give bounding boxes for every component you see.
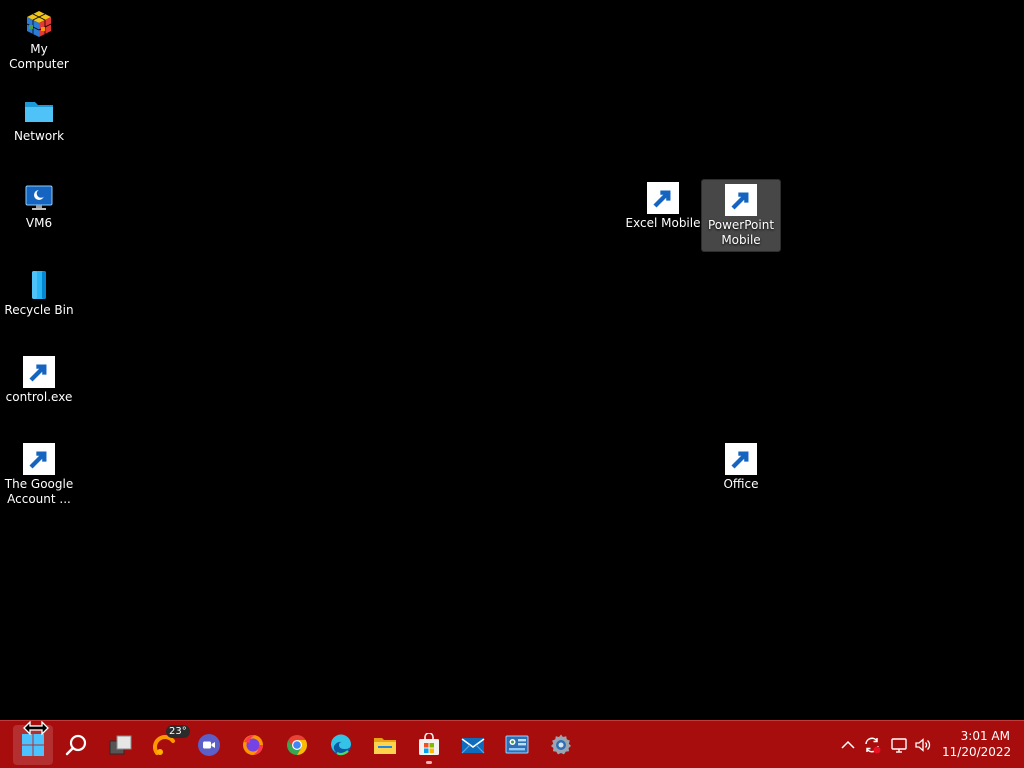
- desktop-icon-office[interactable]: Office: [702, 439, 780, 495]
- shortcut-arrow-icon: [725, 184, 757, 216]
- meet-button[interactable]: [189, 725, 229, 765]
- clock-date: 11/20/2022: [942, 745, 1012, 759]
- powerpoint-icon: [725, 184, 757, 216]
- clock-time: 3:01 AM: [960, 729, 1010, 743]
- desktop-icon-powerpoint-mobile[interactable]: PowerPoint Mobile: [701, 179, 781, 252]
- microsoft-store-button[interactable]: [409, 725, 449, 765]
- document-icon: [23, 443, 55, 475]
- sync-status-button[interactable]: [860, 733, 884, 757]
- resize-cursor-icon: [23, 721, 49, 735]
- desktop-icon-label: control.exe: [5, 390, 73, 404]
- firefox-icon: [243, 735, 263, 755]
- shortcut-arrow-icon: [23, 356, 55, 388]
- control-panel-icon: [505, 735, 529, 754]
- search-icon: [65, 734, 87, 756]
- network-button[interactable]: [887, 733, 911, 757]
- desktop-icon-label: My Computer: [9, 42, 69, 71]
- shortcut-arrow-icon: [647, 182, 679, 214]
- desktop[interactable]: My Computer Network VM6 Recycle Bin cont…: [0, 0, 1024, 720]
- shortcut-arrow-icon: [23, 443, 55, 475]
- desktop-icon-label: VM6: [25, 216, 53, 230]
- desktop-icon-label: PowerPoint Mobile: [707, 218, 775, 247]
- weather-temperature-badge: 23°: [166, 725, 190, 738]
- store-icon: [419, 733, 439, 755]
- monitor-moon-icon: [23, 182, 55, 214]
- task-view-button[interactable]: [101, 725, 141, 765]
- running-indicator: [426, 761, 432, 764]
- edge-button[interactable]: [321, 725, 361, 765]
- show-hidden-icons-button[interactable]: [836, 733, 860, 757]
- edge-icon: [330, 734, 351, 756]
- shortcut-arrow-icon: [725, 443, 757, 475]
- search-button[interactable]: [57, 725, 97, 765]
- office-icon: [725, 443, 757, 475]
- control-panel-icon: [23, 356, 55, 388]
- chevron-up-icon: [841, 740, 855, 749]
- gear-icon: [551, 734, 571, 755]
- recycle-bin-icon: [23, 269, 55, 301]
- speaker-icon: [915, 738, 931, 752]
- desktop-icon-network[interactable]: Network: [0, 91, 78, 147]
- desktop-icon-recycle-bin[interactable]: Recycle Bin: [0, 265, 78, 321]
- sync-icon: [865, 737, 881, 754]
- chrome-button[interactable]: [277, 725, 317, 765]
- excel-icon: [647, 182, 679, 214]
- desktop-icon-control-exe[interactable]: control.exe: [0, 352, 78, 408]
- settings-button[interactable]: [541, 725, 581, 765]
- desktop-icon-google-account[interactable]: The Google Account ...: [0, 439, 78, 510]
- volume-button[interactable]: [911, 733, 935, 757]
- desktop-icon-label: Recycle Bin: [4, 303, 74, 317]
- desktop-icon-label: Network: [13, 129, 65, 143]
- clock[interactable]: 3:01 AM 11/20/2022: [942, 728, 1012, 760]
- desktop-icon-label: Excel Mobile: [625, 216, 701, 230]
- desktop-icon-label: Office: [723, 477, 759, 491]
- video-call-icon: [198, 734, 220, 756]
- control-panel-button[interactable]: [497, 725, 537, 765]
- windows-start-icon: [22, 734, 44, 756]
- desktop-icon-vm6[interactable]: VM6: [0, 178, 78, 234]
- task-view-icon: [109, 735, 132, 755]
- network-icon: [891, 738, 907, 753]
- desktop-icon-excel-mobile[interactable]: Excel Mobile: [624, 178, 702, 234]
- taskbar: 23° 3:01 AM 11/20/2022: [0, 720, 1024, 768]
- folder-icon: [23, 95, 55, 127]
- desktop-icon-label: The Google Account ...: [4, 477, 74, 506]
- rubiks-cube-icon: [23, 8, 55, 40]
- mail-button[interactable]: [453, 725, 493, 765]
- desktop-icon-my-computer[interactable]: My Computer: [0, 4, 78, 75]
- file-explorer-button[interactable]: [365, 725, 405, 765]
- mail-icon: [461, 738, 485, 754]
- weather-widget-button[interactable]: 23°: [145, 725, 190, 765]
- chrome-icon: [287, 735, 307, 755]
- firefox-button[interactable]: [233, 725, 273, 765]
- file-explorer-icon: [374, 738, 396, 754]
